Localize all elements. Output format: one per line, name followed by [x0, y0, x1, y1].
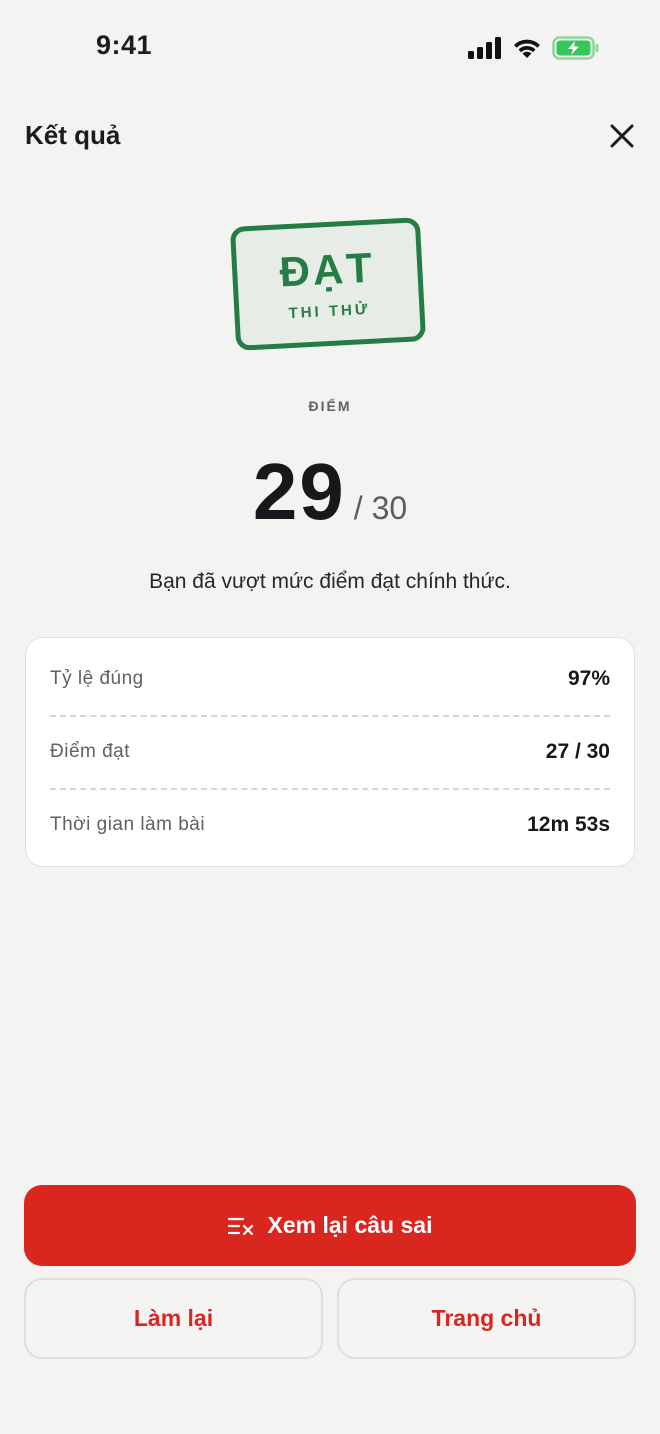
- page-title: Kết quả: [25, 120, 121, 150]
- stat-label: Điểm đạt: [50, 741, 131, 762]
- status-icons: [468, 36, 600, 60]
- cellular-signal-icon: [468, 37, 501, 59]
- battery-charging-icon: [552, 36, 599, 60]
- stat-divider: [50, 715, 610, 717]
- status-bar: 9:41: [0, 0, 660, 96]
- retry-button-label: Làm lại: [133, 1305, 214, 1331]
- close-button[interactable]: [602, 116, 642, 156]
- close-icon: [610, 124, 634, 148]
- stats-card: Tỷ lệ đúng 97% Điểm đạt 27 / 30 Thời gia…: [25, 637, 635, 867]
- pass-stamp: ĐẠT THI THỬ: [229, 217, 427, 351]
- review-button-label: Xem lại câu sai: [267, 1212, 433, 1238]
- stat-row-pass-score: Điểm đạt 27 / 30: [50, 732, 610, 772]
- home-button[interactable]: Trang chủ: [337, 1278, 636, 1359]
- review-wrong-answers-button[interactable]: Xem lại câu sai: [24, 1185, 636, 1266]
- score-message: Bạn đã vượt mức điểm đạt chính thức.: [149, 570, 511, 593]
- home-button-label: Trang chủ: [431, 1305, 542, 1331]
- stat-value: 97%: [567, 667, 610, 690]
- header: Kết quả: [0, 110, 660, 164]
- score-label: ĐIỂM: [308, 398, 352, 414]
- stat-value: 27 / 30: [545, 740, 610, 763]
- stat-divider: [50, 788, 610, 790]
- stat-label: Tỷ lệ đúng: [50, 668, 144, 689]
- stat-label: Thời gian làm bài: [50, 814, 206, 835]
- status-time: 9:41: [96, 30, 153, 60]
- wifi-icon: [514, 39, 540, 58]
- stat-row-duration: Thời gian làm bài 12m 53s: [50, 805, 610, 845]
- stamp-main-text: ĐẠT: [278, 243, 377, 296]
- score-value: 29: [252, 447, 346, 536]
- score-total: / 30: [353, 490, 408, 526]
- list-x-icon: [227, 1217, 253, 1235]
- stamp-sub-text: THI THỬ: [288, 300, 371, 323]
- stat-value: 12m 53s: [527, 813, 610, 836]
- retry-button[interactable]: Làm lại: [24, 1278, 323, 1359]
- stat-row-accuracy: Tỷ lệ đúng 97%: [50, 659, 610, 699]
- score-display: 29/ 30: [0, 446, 660, 538]
